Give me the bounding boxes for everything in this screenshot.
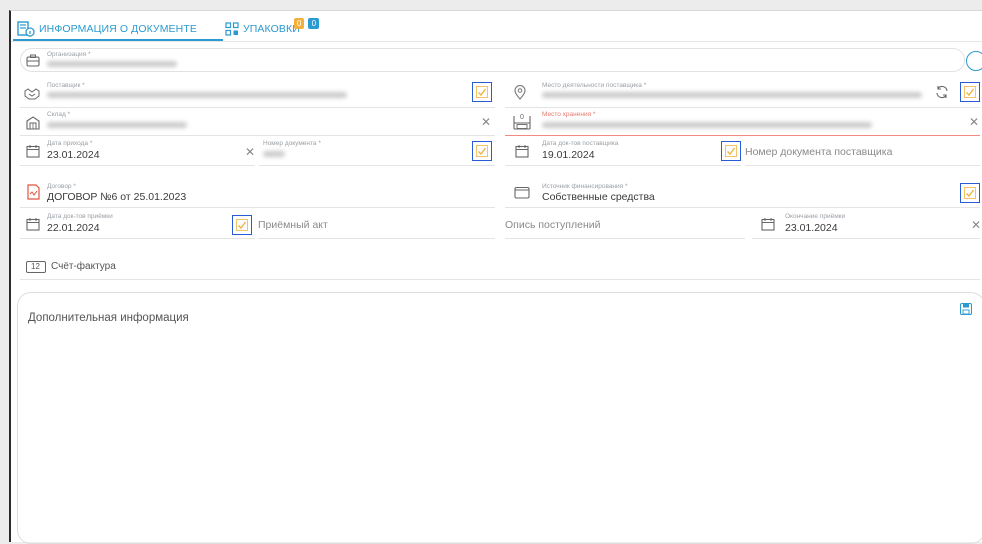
additional-info-textarea[interactable]: Дополнительная информация <box>17 292 982 544</box>
doc-number-underline <box>259 165 495 166</box>
receipt-inventory-underline <box>505 238 745 239</box>
doc-number-value-blurred <box>263 151 285 157</box>
storage-place-value-blurred <box>542 122 872 128</box>
storage-place-label: Место хранения * <box>542 111 596 118</box>
warehouse-label: Склад * <box>47 111 71 118</box>
additional-info-title: Дополнительная информация <box>28 312 189 324</box>
tab-document-info-label: ИНФОРМАЦИЯ О ДОКУМЕНТЕ <box>39 23 197 35</box>
contract-value[interactable]: ДОГОВОР №6 от 25.01.2023 <box>47 191 186 203</box>
supplier-underline <box>20 107 495 108</box>
check-icon <box>964 187 976 199</box>
acceptance-doc-date-check-button[interactable] <box>232 215 252 235</box>
supplier-location-value-blurred <box>542 92 922 98</box>
wallet-icon <box>514 185 530 199</box>
check-icon <box>476 145 488 157</box>
acceptance-doc-date-underline <box>20 238 255 239</box>
status-circle-icon[interactable] <box>966 51 982 71</box>
save-icon[interactable] <box>960 303 972 315</box>
supplier-location-underline <box>505 107 980 108</box>
acceptance-end-value[interactable]: 23.01.2024 <box>785 222 838 234</box>
supplier-doc-date-underline <box>505 165 741 166</box>
contract-label: Договор * <box>47 183 76 190</box>
funding-value[interactable]: Собственные средства <box>542 191 655 203</box>
doc-number-label: Номер документа * <box>263 140 321 147</box>
packages-badge-blue: 0 <box>308 17 320 29</box>
warehouse-value-blurred <box>47 122 187 128</box>
check-icon <box>476 86 488 98</box>
supplier-label: Поставщик * <box>47 82 85 89</box>
acceptance-doc-date-value[interactable]: 22.01.2024 <box>47 222 100 234</box>
funding-underline <box>505 207 980 208</box>
calendar-icon[interactable] <box>26 217 40 231</box>
calendar-icon[interactable] <box>515 144 529 158</box>
arrival-date-value[interactable]: 23.01.2024 <box>47 149 100 161</box>
location-pin-icon <box>513 84 527 100</box>
invoice-icon: 12 <box>26 261 46 273</box>
check-icon <box>964 86 976 98</box>
supplier-check-button[interactable] <box>472 82 492 102</box>
contract-icon <box>27 184 40 200</box>
check-icon <box>725 145 737 157</box>
supplier-doc-number-input[interactable]: Номер документа поставщика <box>745 146 892 158</box>
acceptance-end-label: Окончание приёмки <box>785 213 846 220</box>
acceptance-end-underline <box>752 238 980 239</box>
acceptance-end-clear-icon[interactable]: ✕ <box>971 218 981 232</box>
arrival-date-label: Дата прихода * <box>47 140 93 147</box>
supplier-doc-number-underline <box>745 165 980 166</box>
arrival-date-underline <box>20 165 255 166</box>
qr-code-icon <box>225 22 239 36</box>
supplier-location-check-button[interactable] <box>960 82 980 102</box>
tab-packages-label: УПАКОВКИ <box>243 23 300 35</box>
supplier-value-blurred <box>47 92 347 98</box>
storage-place-clear-icon[interactable]: ✕ <box>969 115 979 129</box>
invoice-checkbox-label[interactable]: Счёт-фактура <box>51 261 116 272</box>
storage-rack-icon: 0 <box>513 114 531 130</box>
invoice-underline <box>20 279 980 280</box>
acceptance-act-input[interactable]: Приёмный акт <box>258 219 328 231</box>
storage-icon-text: 0 <box>520 114 524 121</box>
tab-document-info[interactable]: ИНФОРМАЦИЯ О ДОКУМЕНТЕ <box>17 17 197 41</box>
tabs-divider <box>11 41 982 42</box>
warehouse-icon <box>26 116 40 130</box>
handshake-icon <box>24 86 40 100</box>
receipt-inventory-input[interactable]: Опись поступлений <box>505 219 601 231</box>
acceptance-doc-date-label: Дата док-тов приёмки <box>47 213 113 220</box>
tab-packages[interactable]: УПАКОВКИ 0 0 <box>225 17 329 41</box>
organization-field[interactable] <box>20 48 965 72</box>
supplier-doc-date-check-button[interactable] <box>721 141 741 161</box>
refresh-icon[interactable] <box>935 85 949 99</box>
warehouse-clear-icon[interactable]: ✕ <box>481 115 491 129</box>
supplier-doc-date-label: Дата док-тов поставщика <box>542 140 619 147</box>
supplier-doc-date-value[interactable]: 19.01.2024 <box>542 149 595 161</box>
arrival-date-clear-icon[interactable]: ✕ <box>245 145 255 159</box>
organization-label: Организация * <box>47 51 91 58</box>
doc-number-check-button[interactable] <box>472 141 492 161</box>
invoice-icon-text: 12 <box>31 262 40 271</box>
storage-place-error-underline <box>505 135 980 136</box>
document-panel: ИНФОРМАЦИЯ О ДОКУМЕНТЕ УПАКОВКИ 0 0 Орга… <box>9 10 982 544</box>
briefcase-icon <box>26 53 40 67</box>
document-info-icon <box>17 21 35 37</box>
warehouse-underline <box>20 135 495 136</box>
calendar-icon[interactable] <box>761 217 775 231</box>
acceptance-act-underline <box>258 238 495 239</box>
organization-value-blurred <box>47 61 177 67</box>
packages-badge-orange: 0 <box>293 17 305 29</box>
check-icon <box>236 219 248 231</box>
funding-check-button[interactable] <box>960 183 980 203</box>
contract-underline <box>20 207 495 208</box>
calendar-icon[interactable] <box>26 144 40 158</box>
supplier-location-label: Место деятельности поставщика * <box>542 82 647 89</box>
funding-label: Источник финансирования * <box>542 183 628 190</box>
